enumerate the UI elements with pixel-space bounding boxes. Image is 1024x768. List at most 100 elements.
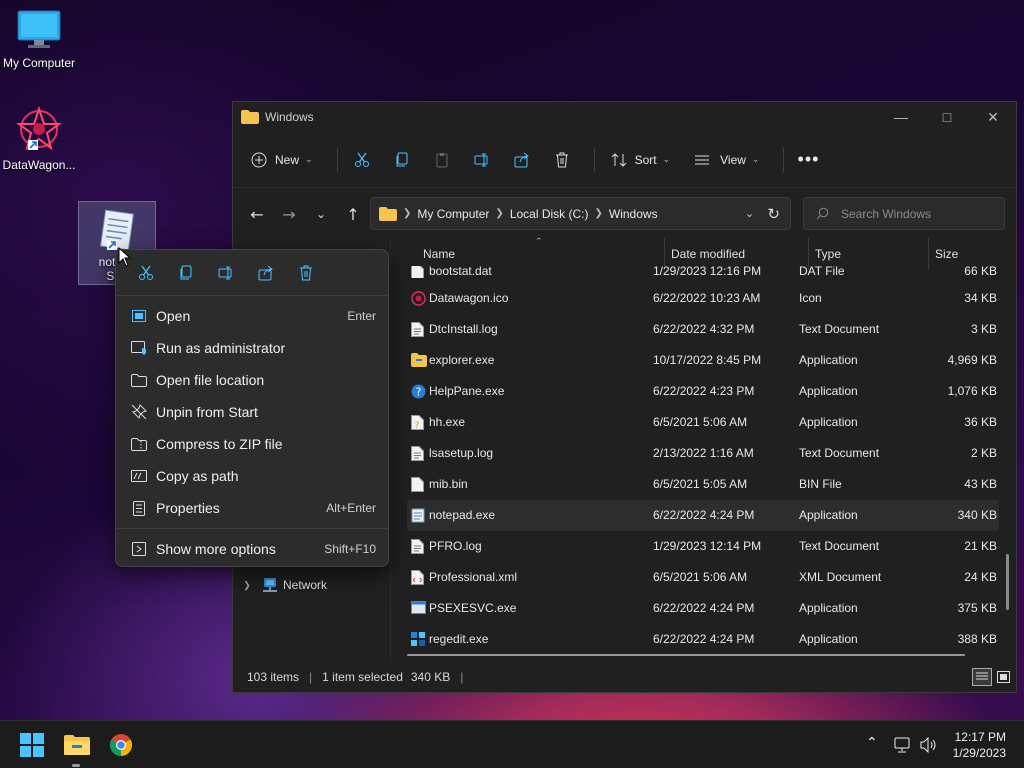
toolbar-divider [336, 146, 338, 173]
start-button[interactable] [15, 729, 49, 761]
app-window-icon [411, 601, 426, 616]
file-row[interactable]: regedit.exe 6/22/2022 4:24 PM Application 3… [407, 624, 999, 655]
share-button[interactable] [506, 144, 538, 176]
file-row[interactable]: explorer.exe 10/17/2022 8:45 PM Applicatio… [407, 345, 999, 376]
network-status-icon[interactable] [894, 737, 912, 753]
taskbar-chrome[interactable] [104, 729, 138, 761]
chevron-right-icon[interactable]: ❯ [239, 580, 255, 591]
sort-button[interactable]: Sort ⌄ [603, 144, 679, 176]
breadcrumb-my-computer[interactable]: My Computer [417, 207, 489, 221]
file-date-modified: 6/22/2022 4:24 PM [653, 632, 755, 646]
taskbar: ⌃ 12:17 PM 1/29/2023 [0, 720, 1024, 768]
title-bar[interactable]: Windows — □ ✕ [233, 102, 1016, 132]
file-row[interactable]: ? hh.exe 6/5/2021 5:06 AM Application 36 KB [407, 407, 999, 438]
file-row[interactable]: PSEXESVC.exe 6/22/2022 4:24 PM Application… [407, 593, 999, 624]
file-name: hh.exe [429, 415, 466, 429]
view-button[interactable]: View ⌄ [686, 144, 767, 176]
file-size: 36 KB [964, 415, 997, 429]
file-size: 24 KB [964, 570, 997, 584]
file-type: Icon [799, 291, 822, 305]
help-file-icon: ? [411, 415, 426, 431]
file-type: Application [799, 601, 858, 615]
recent-locations-button[interactable]: ⌄ [305, 198, 337, 230]
file-type: XML Document [799, 570, 882, 584]
forward-button[interactable]: → [273, 198, 305, 230]
rename-button[interactable] [466, 144, 498, 176]
more-options-button[interactable]: ••• [792, 144, 824, 176]
menu-item-properties[interactable]: Properties Alt+Enter [122, 493, 384, 523]
more-options-icon [122, 542, 156, 556]
close-button[interactable]: ✕ [970, 102, 1016, 132]
trash-icon [555, 152, 568, 167]
context-rename-button[interactable] [206, 257, 246, 289]
delete-button[interactable] [546, 144, 578, 176]
desktop-icon-my-computer[interactable]: My Computer [0, 10, 78, 70]
tiles-view-button[interactable] [994, 668, 1012, 686]
file-row[interactable]: PFRO.log 1/29/2023 12:14 PM Text Document 2… [407, 531, 999, 562]
cut-button[interactable] [346, 144, 378, 176]
file-date-modified: 6/22/2022 4:23 PM [653, 384, 755, 398]
file-row[interactable]: Professional.xml 6/5/2021 5:06 AM XML Docu… [407, 562, 999, 593]
breadcrumb-windows[interactable]: Windows [609, 207, 658, 221]
file-type: Application [799, 415, 858, 429]
running-indicator [72, 764, 80, 767]
file-row[interactable]: ? HelpPane.exe 6/22/2022 4:23 PM Applicatio… [407, 376, 999, 407]
new-button[interactable]: New ⌄ [243, 144, 321, 176]
file-row[interactable]: Datawagon.ico 6/22/2022 10:23 AM Icon 34 KB [407, 283, 999, 314]
refresh-icon[interactable]: ↻ [767, 205, 780, 223]
copy-button[interactable] [386, 144, 418, 176]
menu-item-open[interactable]: Open Enter [122, 301, 384, 331]
share-icon [258, 265, 273, 280]
address-bar[interactable]: ❯ My Computer ❯ Local Disk (C:) ❯ Window… [370, 197, 791, 230]
monitor-icon [17, 10, 61, 48]
properties-icon [122, 500, 156, 516]
menu-item-run-as-administrator[interactable]: Run as administrator [122, 333, 384, 363]
taskbar-file-explorer[interactable] [60, 729, 94, 767]
menu-item-show-more-options[interactable]: Show more options Shift+F10 [122, 534, 384, 564]
show-hidden-icons-button[interactable]: ⌃ [866, 735, 878, 751]
sort-icon [611, 152, 626, 167]
column-header-date[interactable]: Date modified [665, 238, 809, 270]
breadcrumb-local-disk[interactable]: Local Disk (C:) [510, 207, 589, 221]
file-row[interactable]: mib.bin 6/5/2021 5:05 AM BIN File 43 KB [407, 469, 999, 500]
chrome-icon [110, 734, 132, 756]
file-type: Text Document [799, 539, 880, 553]
minimize-button[interactable]: — [878, 102, 924, 132]
context-share-button[interactable] [246, 257, 286, 289]
desktop-icon-datawagon[interactable]: DataWagon... [0, 105, 78, 172]
back-button[interactable]: ← [241, 198, 273, 230]
file-date-modified: 6/22/2022 4:24 PM [653, 601, 755, 615]
file-row[interactable]: DtcInstall.log 6/22/2022 4:32 PM Text Docu… [407, 314, 999, 345]
context-cut-button[interactable] [126, 257, 166, 289]
column-header-type[interactable]: Type [809, 238, 929, 270]
file-row[interactable]: notepad.exe 6/22/2022 4:24 PM Application 3… [407, 500, 999, 531]
file-row[interactable]: lsasetup.log 2/13/2022 1:16 AM Text Docume… [407, 438, 999, 469]
volume-icon[interactable] [920, 737, 938, 753]
horizontal-scrollbar[interactable] [407, 654, 965, 656]
menu-item-open-file-location[interactable]: Open file location [122, 365, 384, 395]
up-button[interactable]: ↑ [337, 198, 369, 230]
context-delete-button[interactable] [286, 257, 326, 289]
file-date-modified: 6/5/2021 5:06 AM [653, 415, 748, 429]
file-type: Text Document [799, 322, 880, 336]
details-view-button[interactable] [972, 668, 992, 686]
file-size: 340 KB [957, 508, 997, 522]
toolbar-divider [783, 146, 785, 173]
context-copy-button[interactable] [166, 257, 206, 289]
file-name: lsasetup.log [429, 446, 494, 460]
sidebar-item-network[interactable]: ❯ Network [239, 570, 385, 600]
menu-item-compress-to-zip[interactable]: Compress to ZIP file [122, 429, 384, 459]
maximize-button[interactable]: □ [924, 102, 970, 132]
search-box[interactable]: Search Windows [803, 197, 1005, 230]
arrow-up-icon: ↑ [346, 204, 360, 224]
file-icon [411, 477, 426, 492]
column-header-size[interactable]: Size [929, 238, 1009, 270]
vertical-scrollbar[interactable] [1006, 554, 1009, 610]
address-dropdown-icon[interactable]: ⌄ [737, 207, 761, 220]
folder-app-icon [411, 353, 427, 368]
menu-item-copy-as-path[interactable]: Copy as path [122, 461, 384, 491]
system-clock[interactable]: 12:17 PM 1/29/2023 [953, 729, 1006, 761]
paste-button[interactable] [426, 144, 458, 176]
menu-item-unpin-from-start[interactable]: Unpin from Start [122, 397, 384, 427]
rename-icon [218, 266, 232, 279]
